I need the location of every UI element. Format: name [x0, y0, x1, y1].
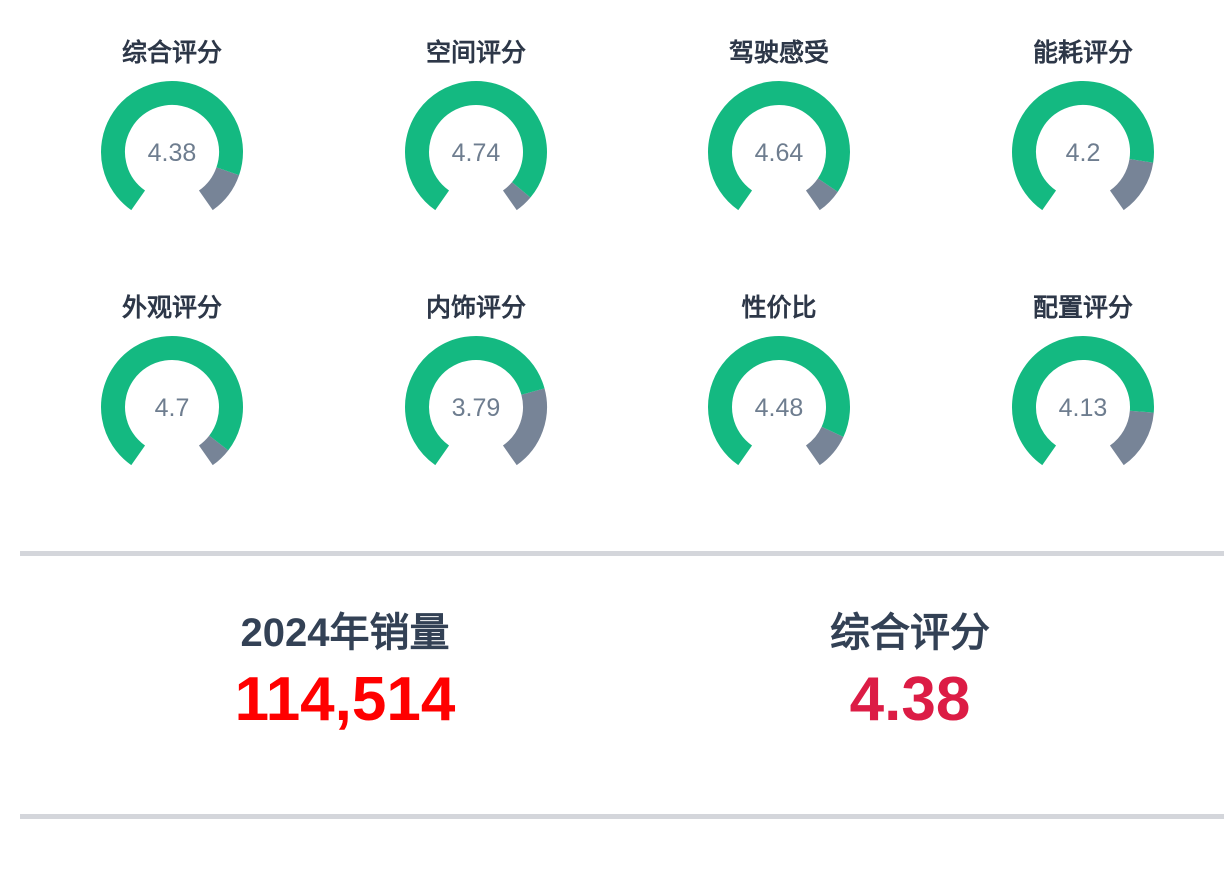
gauge-card: 性价比 4.48	[679, 291, 879, 491]
gauge-chart: 4.48	[708, 336, 850, 466]
gauge-card: 内饰评分 3.79	[376, 291, 576, 491]
gauge-value-label: 4.74	[452, 139, 501, 167]
gauge-grid: 综合评分 4.38 空间评分 4.74 驾驶感受 4.64 能耗评分 4.2 外观评分 4.7 内饰…	[0, 0, 1224, 520]
gauge-value-label: 4.13	[1059, 394, 1108, 422]
gauge-card: 配置评分 4.13	[983, 291, 1183, 491]
gauge-remaining-arc	[502, 181, 531, 211]
gauge-value-label: 4.7	[155, 394, 190, 422]
gauge-remaining-arc	[805, 426, 844, 466]
score-label: 综合评分	[830, 611, 990, 655]
gauge-remaining-arc	[1109, 410, 1154, 466]
gauge-value-label: 4.2	[1066, 139, 1101, 167]
gauge-remaining-arc	[805, 177, 838, 211]
gauge-card: 驾驶感受 4.64	[679, 36, 879, 236]
gauge-chart: 4.2	[1012, 81, 1154, 211]
gauge-card: 能耗评分 4.2	[983, 36, 1183, 236]
gauge-card: 综合评分 4.38	[72, 36, 272, 236]
gauge-chart: 4.64	[708, 81, 850, 211]
sales-summary: 2024年销量 114,514	[195, 608, 495, 740]
top-divider	[20, 551, 1224, 556]
gauge-remaining-arc	[502, 388, 547, 466]
gauge-chart: 4.7	[101, 336, 243, 466]
bottom-divider	[20, 814, 1224, 819]
gauge-remaining-arc	[1109, 158, 1154, 211]
gauge-value-label: 4.38	[148, 139, 197, 167]
gauge-card: 外观评分 4.7	[72, 291, 272, 491]
sales-label: 2024年销量	[240, 611, 450, 655]
gauge-chart: 3.79	[405, 336, 547, 466]
score-summary: 综合评分 4.38	[760, 608, 1060, 740]
gauge-value-label: 3.79	[452, 394, 501, 422]
gauge-chart: 4.13	[1012, 336, 1154, 466]
gauge-chart: 4.38	[101, 81, 243, 211]
gauge-value-label: 4.48	[755, 394, 804, 422]
gauge-card: 空间评分 4.74	[376, 36, 576, 236]
score-value: 4.38	[849, 665, 971, 734]
gauge-remaining-arc	[198, 435, 229, 466]
gauge-value-label: 4.64	[755, 139, 804, 167]
sales-value: 114,514	[234, 665, 456, 734]
gauge-chart: 4.74	[405, 81, 547, 211]
gauge-remaining-arc	[198, 166, 240, 211]
